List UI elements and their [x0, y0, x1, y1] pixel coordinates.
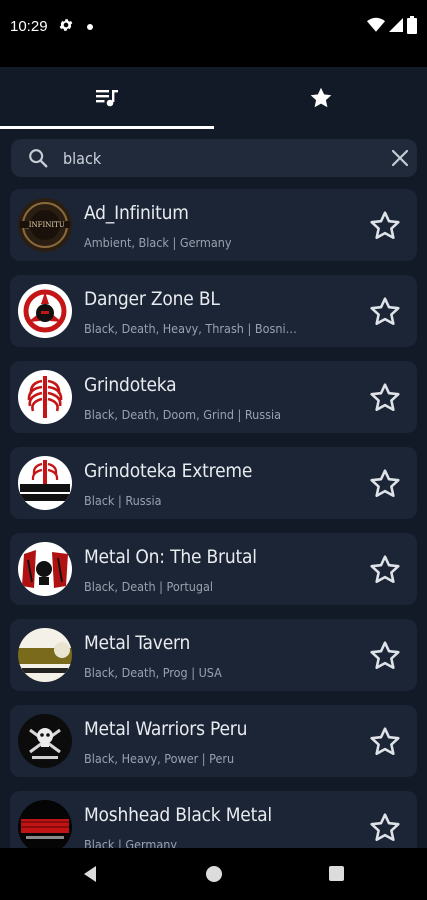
tab-playlists[interactable]: [0, 67, 213, 129]
station-logo: [18, 714, 72, 768]
station-card[interactable]: Metal Warriors Peru Black, Heavy, Power …: [10, 705, 417, 777]
station-name: Metal Tavern: [84, 632, 191, 654]
station-meta: Ambient, Black | Germany: [84, 235, 232, 250]
station-card[interactable]: Grindoteka Extreme Black | Russia: [10, 447, 417, 519]
search-bar: [11, 139, 417, 177]
star-outline-icon[interactable]: [368, 209, 402, 243]
station-card[interactable]: Danger Zone BL Black, Death, Heavy, Thra…: [10, 275, 417, 347]
station-logo: [18, 370, 72, 424]
station-meta: Black, Death, Prog | USA: [84, 665, 222, 680]
station-name: Ad_Infinitum: [84, 202, 189, 224]
tab-favorites[interactable]: [214, 67, 427, 129]
station-name: Grindoteka: [84, 374, 177, 396]
station-meta: Black, Heavy, Power | Peru: [84, 751, 235, 766]
status-time: 10:29: [10, 18, 48, 35]
station-name: Danger Zone BL: [84, 288, 220, 310]
station-meta: Black, Death | Portugal: [84, 579, 214, 594]
notification-dot-icon: [87, 24, 93, 30]
station-name: Metal Warriors Peru: [84, 718, 248, 740]
queue-music-icon: [95, 90, 118, 107]
station-name: Moshhead Black Metal: [84, 804, 272, 826]
station-logo: [18, 284, 72, 338]
station-logo: _INFINITU: [18, 198, 72, 252]
status-indicators: [367, 16, 417, 34]
star-outline-icon[interactable]: [368, 295, 402, 329]
station-name: Metal On: The Brutal: [84, 546, 257, 568]
svg-text:_INFINITU: _INFINITU: [25, 221, 65, 229]
app-content: _INFINITU Ad_Infinitum Ambient, Black | …: [0, 67, 427, 848]
tab-indicator: [0, 126, 214, 129]
station-card[interactable]: Grindoteka Black, Death, Doom, Grind | R…: [10, 361, 417, 433]
wifi-icon: [367, 17, 385, 32]
close-icon[interactable]: [391, 149, 409, 167]
station-logo: [18, 456, 72, 510]
star-outline-icon[interactable]: [368, 811, 402, 845]
station-meta: Black, Death, Doom, Grind | Russia: [84, 407, 282, 422]
station-card[interactable]: Metal On: The Brutal Black, Death | Port…: [10, 533, 417, 605]
search-icon[interactable]: [27, 147, 49, 169]
star-outline-icon[interactable]: [368, 553, 402, 587]
signal-icon: [389, 18, 403, 32]
back-icon[interactable]: [82, 865, 98, 883]
status-bar: 10:29: [0, 0, 427, 56]
battery-icon: [407, 16, 417, 34]
station-card[interactable]: Metal Tavern Black, Death, Prog | USA: [10, 619, 417, 691]
station-card[interactable]: Moshhead Black Metal Black | Germany: [10, 791, 417, 848]
star-outline-icon[interactable]: [368, 725, 402, 759]
station-logo: [18, 628, 72, 682]
station-card[interactable]: _INFINITU Ad_Infinitum Ambient, Black | …: [10, 189, 417, 261]
station-logo: [18, 542, 72, 596]
star-outline-icon[interactable]: [368, 467, 402, 501]
search-input[interactable]: [63, 145, 363, 171]
gear-icon: [58, 17, 74, 37]
recents-icon[interactable]: [329, 866, 344, 881]
station-meta: Black | Germany: [84, 837, 178, 848]
star-outline-icon[interactable]: [368, 381, 402, 415]
station-meta: Black | Russia: [84, 493, 162, 508]
station-name: Grindoteka Extreme: [84, 460, 253, 482]
system-nav-bar: [0, 848, 427, 900]
station-meta: Black, Death, Heavy, Thrash | Bosnia-...: [84, 321, 302, 336]
star-icon: [310, 87, 331, 108]
home-icon[interactable]: [206, 866, 222, 882]
tab-bar: [0, 67, 427, 129]
station-logo: [18, 800, 72, 848]
star-outline-icon[interactable]: [368, 639, 402, 673]
